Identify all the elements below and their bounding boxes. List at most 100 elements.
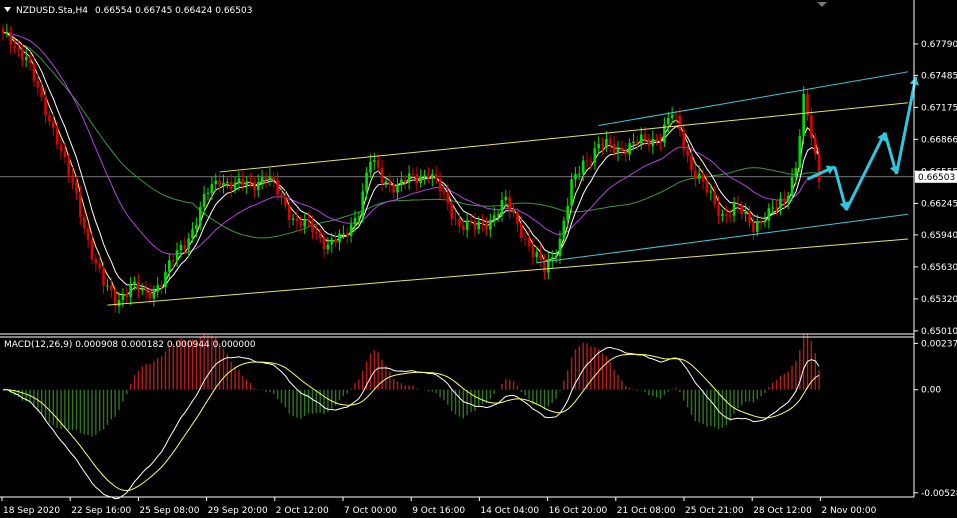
symbol-label: NZDUSD.Sta,H4 [16, 6, 88, 16]
candle-body [666, 118, 670, 125]
candle-body [276, 180, 279, 195]
candle-body [550, 257, 554, 261]
candle-body [767, 208, 771, 221]
candle-body [527, 237, 531, 246]
candle-body [682, 130, 686, 150]
candle-body [732, 203, 736, 216]
candle-body [156, 285, 160, 292]
candle-body [9, 31, 13, 46]
candle-body [94, 258, 98, 264]
candle-body [187, 238, 190, 250]
candle-body [28, 56, 32, 64]
candle-body [299, 221, 303, 227]
candle-body [369, 161, 372, 173]
candle-body [338, 233, 341, 243]
candle-body [783, 198, 786, 202]
candle-body [585, 160, 589, 162]
price-tick-label: 0.65940 [921, 231, 957, 241]
candle-body [179, 244, 183, 251]
candle-body [520, 223, 523, 238]
candle-body [504, 196, 508, 200]
candle-body [690, 155, 693, 171]
time-tick-label: 2 Oct 12:00 [276, 506, 329, 516]
time-tick-label: 25 Oct 21:00 [685, 506, 744, 516]
candle-body [349, 224, 353, 236]
candle-body [771, 207, 775, 209]
candle-body [612, 144, 616, 154]
price-tick-label: 0.66245 [921, 199, 957, 209]
candle-body [168, 260, 171, 272]
candle-body [674, 114, 678, 116]
current-price-label: 0.66503 [918, 173, 955, 183]
candle-body [523, 237, 527, 239]
candle-body [148, 291, 152, 299]
price-tick-label: 0.67175 [921, 103, 957, 113]
candle-body [454, 218, 457, 220]
candle-body [752, 222, 755, 232]
candle-body [90, 239, 94, 259]
candle-body [744, 211, 747, 214]
candle-body [721, 213, 724, 216]
candle-body [345, 233, 349, 236]
candle-body [1, 28, 5, 33]
candle-body [709, 191, 713, 193]
chart-background [0, 0, 957, 518]
time-tick-label: 25 Sep 08:00 [139, 506, 199, 516]
candle-body [755, 221, 759, 232]
candle-body [647, 138, 651, 146]
candle-body [686, 149, 689, 156]
candle-body [222, 182, 225, 186]
candle-body [763, 220, 767, 223]
candle-body [210, 184, 214, 193]
trading-chart[interactable]: 0.677900.674850.671750.668660.665550.662… [0, 0, 957, 518]
candle-body [639, 134, 643, 144]
candle-body [264, 177, 268, 180]
candle-body [125, 294, 129, 297]
candle-body [678, 115, 682, 131]
ohlc-readout: 0.66554 0.66745 0.66424 0.66503 [95, 6, 252, 16]
macd-tick-label: 0.002375 [921, 339, 957, 349]
candle-body [705, 181, 709, 193]
candle-body [558, 238, 562, 256]
candle-body [659, 141, 662, 143]
candle-body [581, 160, 585, 174]
candle-body [713, 191, 716, 204]
candle-body [465, 220, 469, 230]
candle-body [121, 294, 125, 300]
candle-body [13, 45, 16, 49]
candle-body [272, 176, 276, 181]
candle-body [628, 143, 631, 155]
candle-body [728, 215, 732, 217]
candle-body [365, 172, 368, 192]
candle-body [562, 220, 566, 239]
candle-body [817, 153, 821, 182]
candle-body [473, 221, 477, 230]
candle-body [63, 151, 67, 158]
candle-body [330, 239, 334, 245]
price-tick-label: 0.65630 [921, 263, 957, 273]
candle-body [489, 219, 492, 230]
time-tick-label: 22 Sep 16:00 [71, 506, 131, 516]
candle-body [202, 194, 206, 207]
candle-body [574, 174, 577, 180]
candle-body [98, 263, 101, 269]
price-tick-label: 0.66866 [921, 135, 957, 145]
candle-body [36, 80, 40, 88]
candle-body [183, 244, 187, 250]
candle-body [651, 138, 655, 146]
candle-body [516, 212, 519, 224]
candle-body [407, 173, 411, 183]
candle-body [477, 221, 481, 230]
candle-body [206, 192, 210, 195]
candle-body [249, 181, 252, 183]
candle-body [396, 184, 399, 193]
candle-body [102, 268, 105, 286]
candle-body [597, 143, 600, 149]
candle-body [434, 174, 438, 179]
macd-header: MACD(12,26,9) 0.000908 0.000182 0.000944… [4, 340, 256, 350]
candle-body [21, 49, 24, 61]
candle-body [620, 147, 624, 152]
candle-body [566, 205, 570, 221]
candle-body [303, 219, 306, 227]
candle-body [295, 218, 299, 222]
